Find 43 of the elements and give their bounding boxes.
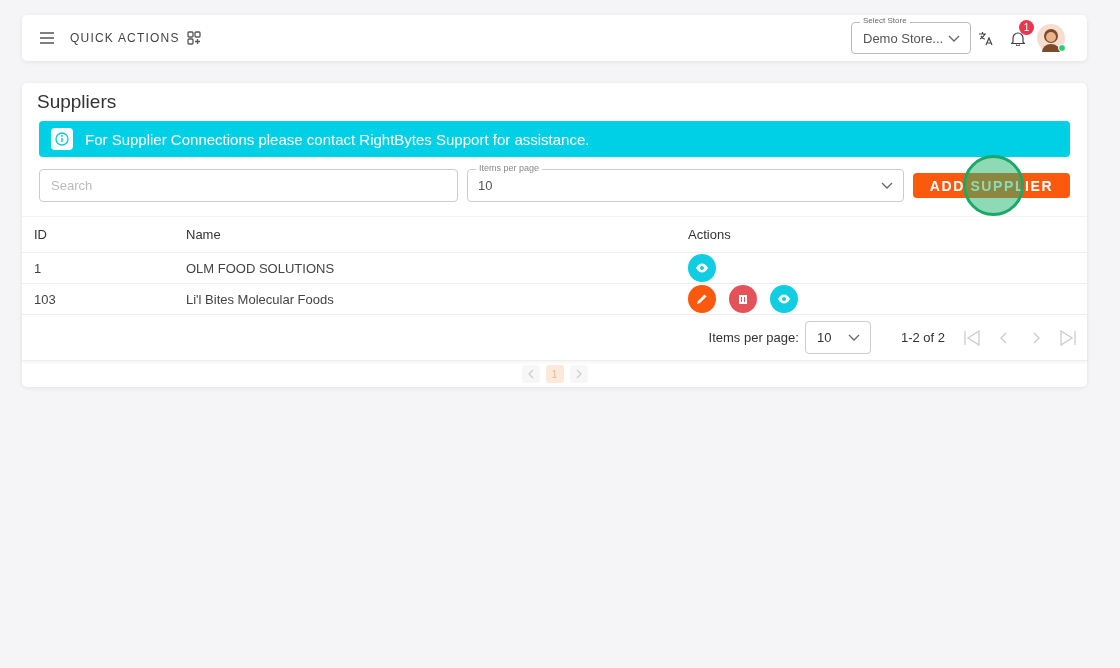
chevron-down-icon — [881, 182, 893, 189]
avatar-icon[interactable] — [1037, 24, 1065, 52]
chevron-right-icon — [574, 369, 583, 379]
edit-button[interactable] — [688, 285, 716, 313]
quick-actions-label[interactable]: QUICK ACTIONS — [70, 31, 180, 45]
table-cell: Li'l Bites Molecular Foods — [185, 283, 687, 315]
column-header: Actions — [687, 216, 1087, 253]
translate-icon[interactable] — [978, 30, 993, 46]
select-label: Items per page — [476, 163, 543, 173]
page-range: 1-2 of 2 — [900, 330, 945, 345]
table-cell: 103 — [22, 283, 185, 315]
search-field[interactable]: Search — [39, 169, 458, 202]
trash-icon — [736, 292, 750, 306]
select-value: Demo Store... — [863, 30, 944, 46]
select-value: 10 — [478, 178, 493, 193]
info-icon — [55, 132, 69, 146]
grid-plus-icon[interactable] — [186, 31, 201, 45]
last-page-icon[interactable] — [1059, 328, 1077, 347]
view-button[interactable] — [688, 254, 716, 282]
column-header: ID — [22, 216, 185, 253]
delete-button[interactable] — [729, 285, 757, 313]
view-button[interactable] — [770, 285, 798, 313]
next-page-button[interactable] — [569, 365, 588, 383]
items-per-page-label: Items per page: — [708, 330, 799, 345]
notification-badge: 1 — [1019, 19, 1034, 35]
bell-icon[interactable] — [1011, 30, 1025, 46]
select-value: 10 — [816, 330, 832, 345]
page-title: Suppliers — [37, 91, 118, 113]
eye-icon — [695, 261, 709, 275]
previous-page-button[interactable] — [521, 365, 540, 383]
eye-icon — [777, 292, 791, 306]
table-cell: OLM FOOD SOLUTIONS — [185, 252, 687, 284]
menu-icon[interactable] — [40, 32, 54, 44]
chevron-down-icon — [948, 34, 960, 42]
chevron-left-icon — [526, 369, 535, 379]
chevron-down-icon — [847, 334, 860, 341]
column-header: Name — [185, 216, 687, 253]
page-size-select[interactable]: 10 — [804, 321, 871, 354]
select-label: Select Store — [860, 16, 910, 25]
pencil-icon — [695, 292, 709, 306]
table-cell: 1 — [22, 252, 185, 284]
first-page-icon[interactable] — [963, 328, 981, 347]
banner-text: For Supplier Connections please contact RightBytes Support for assistance. — [85, 130, 590, 148]
